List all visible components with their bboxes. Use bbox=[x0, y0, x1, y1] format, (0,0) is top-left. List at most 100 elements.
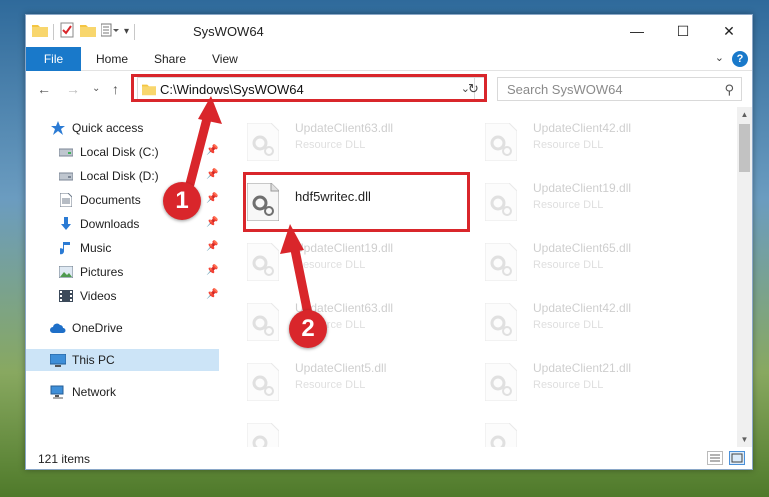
list-item[interactable]: UpdateClient19.dll Resource DLL bbox=[241, 237, 471, 289]
list-item[interactable]: UpdateClient42.dll Resource DLL bbox=[479, 297, 709, 349]
sidebar-item-label: Quick access bbox=[72, 121, 144, 135]
drive-icon bbox=[58, 144, 74, 160]
file-name: UpdateClient5.dll bbox=[295, 361, 387, 375]
chevron-down-icon[interactable]: ▾ bbox=[124, 26, 129, 37]
dll-file-icon bbox=[485, 123, 517, 161]
explorer-window: ▾ SysWOW64 — ☐ ✕ File Home Share View ⌄ … bbox=[25, 14, 753, 470]
expand-ribbon-icon[interactable]: ⌄ bbox=[715, 51, 724, 64]
file-name: UpdateClient42.dll bbox=[533, 301, 632, 315]
dll-file-icon bbox=[485, 183, 517, 221]
download-icon bbox=[58, 216, 74, 232]
sidebar-item-local-disk-c[interactable]: Local Disk (C:) 📌 bbox=[26, 141, 219, 163]
pin-icon[interactable]: 📌 bbox=[206, 217, 218, 228]
folder-icon[interactable] bbox=[32, 23, 48, 40]
address-path[interactable]: C:\Windows\SysWOW64 bbox=[160, 82, 304, 97]
customize-toolbar-icon[interactable] bbox=[100, 23, 119, 40]
window-title: SysWOW64 bbox=[193, 24, 264, 39]
minimize-button[interactable]: — bbox=[614, 15, 660, 47]
title-bar: ▾ SysWOW64 — ☐ ✕ bbox=[26, 15, 752, 47]
scrollbar-thumb[interactable] bbox=[739, 124, 750, 172]
computer-icon bbox=[50, 352, 66, 368]
sidebar-item-label: Local Disk (C:) bbox=[80, 145, 159, 159]
list-item[interactable] bbox=[479, 417, 709, 447]
new-folder-icon[interactable] bbox=[80, 23, 96, 40]
dll-file-icon bbox=[247, 303, 279, 341]
file-type: Resource DLL bbox=[295, 259, 366, 271]
sidebar-item-this-pc[interactable]: This PC bbox=[26, 349, 219, 371]
properties-icon[interactable] bbox=[59, 22, 75, 41]
help-button[interactable]: ? bbox=[732, 51, 748, 67]
sidebar-item-onedrive[interactable]: OneDrive bbox=[26, 317, 219, 339]
list-item[interactable]: UpdateClient63.dll Resource DLL bbox=[241, 297, 471, 349]
sidebar-item-music[interactable]: Music 📌 bbox=[26, 237, 219, 259]
file-name: UpdateClient21.dll bbox=[533, 361, 632, 375]
recent-locations-icon[interactable]: ⌄ bbox=[92, 83, 100, 94]
address-bar[interactable]: C:\Windows\SysWOW64 ⌄ bbox=[137, 77, 475, 101]
pin-icon[interactable]: 📌 bbox=[206, 289, 218, 300]
pin-icon[interactable]: 📌 bbox=[206, 193, 218, 204]
videos-icon bbox=[58, 288, 74, 304]
pin-icon[interactable]: 📌 bbox=[206, 169, 218, 180]
pictures-icon bbox=[58, 264, 74, 280]
sidebar-item-label: Music bbox=[80, 241, 112, 255]
tab-file[interactable]: File bbox=[26, 47, 81, 71]
sidebar-item-label: OneDrive bbox=[72, 321, 123, 335]
vertical-scrollbar[interactable]: ▲ ▼ bbox=[737, 107, 752, 447]
list-item[interactable]: UpdateClient5.dll Resource DLL bbox=[241, 357, 471, 409]
list-item[interactable] bbox=[241, 417, 471, 447]
list-item-highlighted[interactable]: hdf5writec.dll bbox=[241, 177, 471, 229]
maximize-button[interactable]: ☐ bbox=[660, 15, 706, 47]
list-item[interactable]: UpdateClient65.dll Resource DLL bbox=[479, 237, 709, 289]
network-icon bbox=[50, 384, 66, 400]
scroll-down-icon[interactable]: ▼ bbox=[737, 432, 752, 447]
sidebar-item-label: Network bbox=[72, 385, 117, 399]
file-name: UpdateClient63.dll bbox=[295, 121, 394, 135]
dll-file-icon bbox=[485, 423, 517, 447]
list-item[interactable]: UpdateClient63.dll Resource DLL bbox=[241, 117, 471, 169]
sidebar-item-videos[interactable]: Videos 📌 bbox=[26, 285, 219, 307]
list-item[interactable]: UpdateClient19.dll Resource DLL bbox=[479, 177, 709, 229]
forward-arrow-icon[interactable]: → bbox=[66, 81, 80, 97]
file-type: Resource DLL bbox=[533, 139, 604, 151]
file-type: Resource DLL bbox=[533, 259, 604, 271]
file-name: UpdateClient65.dll bbox=[533, 241, 632, 255]
pin-icon[interactable]: 📌 bbox=[206, 241, 218, 252]
pin-icon[interactable]: 📌 bbox=[206, 265, 218, 276]
list-item[interactable]: UpdateClient21.dll Resource DLL bbox=[479, 357, 709, 409]
star-icon bbox=[50, 120, 66, 136]
close-button[interactable]: ✕ bbox=[706, 15, 752, 47]
file-type: Resource DLL bbox=[533, 379, 604, 391]
dll-file-icon bbox=[485, 303, 517, 341]
up-arrow-icon[interactable]: ↑ bbox=[112, 81, 119, 97]
sidebar-item-pictures[interactable]: Pictures 📌 bbox=[26, 261, 219, 283]
back-arrow-icon[interactable]: ← bbox=[37, 81, 51, 97]
dll-file-icon bbox=[247, 363, 279, 401]
sidebar-item-label: Local Disk (D:) bbox=[80, 169, 159, 183]
scroll-up-icon[interactable]: ▲ bbox=[737, 107, 752, 122]
search-input[interactable]: Search SysWOW64 ⚲ bbox=[497, 77, 742, 101]
sidebar-item-quick-access[interactable]: Quick access bbox=[26, 117, 219, 139]
toolbar-separator bbox=[134, 23, 136, 40]
refresh-button[interactable]: ↻ bbox=[463, 77, 485, 101]
file-type: Resource DLL bbox=[533, 319, 604, 331]
tab-share[interactable]: Share bbox=[154, 52, 186, 66]
cloud-icon bbox=[50, 320, 66, 336]
tab-view[interactable]: View bbox=[212, 52, 238, 66]
navigation-bar: ← → ⌄ ↑ C:\Windows\SysWOW64 ⌄ ↻ Search S… bbox=[26, 72, 752, 106]
dll-file-icon bbox=[485, 243, 517, 281]
step-callout-1: 1 bbox=[163, 182, 201, 220]
toolbar-separator bbox=[53, 23, 54, 40]
details-view-icon[interactable] bbox=[707, 451, 723, 465]
dll-file-icon bbox=[247, 423, 279, 447]
navigation-pane: Quick access Local Disk (C:) 📌 Local Dis… bbox=[26, 107, 219, 447]
file-name: UpdateClient19.dll bbox=[533, 181, 632, 195]
drive-icon bbox=[58, 168, 74, 184]
sidebar-item-label: This PC bbox=[72, 353, 115, 367]
pin-icon[interactable]: 📌 bbox=[206, 145, 218, 156]
large-icons-view-icon[interactable] bbox=[729, 451, 745, 465]
tab-home[interactable]: Home bbox=[96, 52, 128, 66]
sidebar-item-network[interactable]: Network bbox=[26, 381, 219, 403]
file-name: UpdateClient42.dll bbox=[533, 121, 632, 135]
list-item[interactable]: UpdateClient42.dll Resource DLL bbox=[479, 117, 709, 169]
quick-access-toolbar: ▾ bbox=[32, 22, 136, 41]
